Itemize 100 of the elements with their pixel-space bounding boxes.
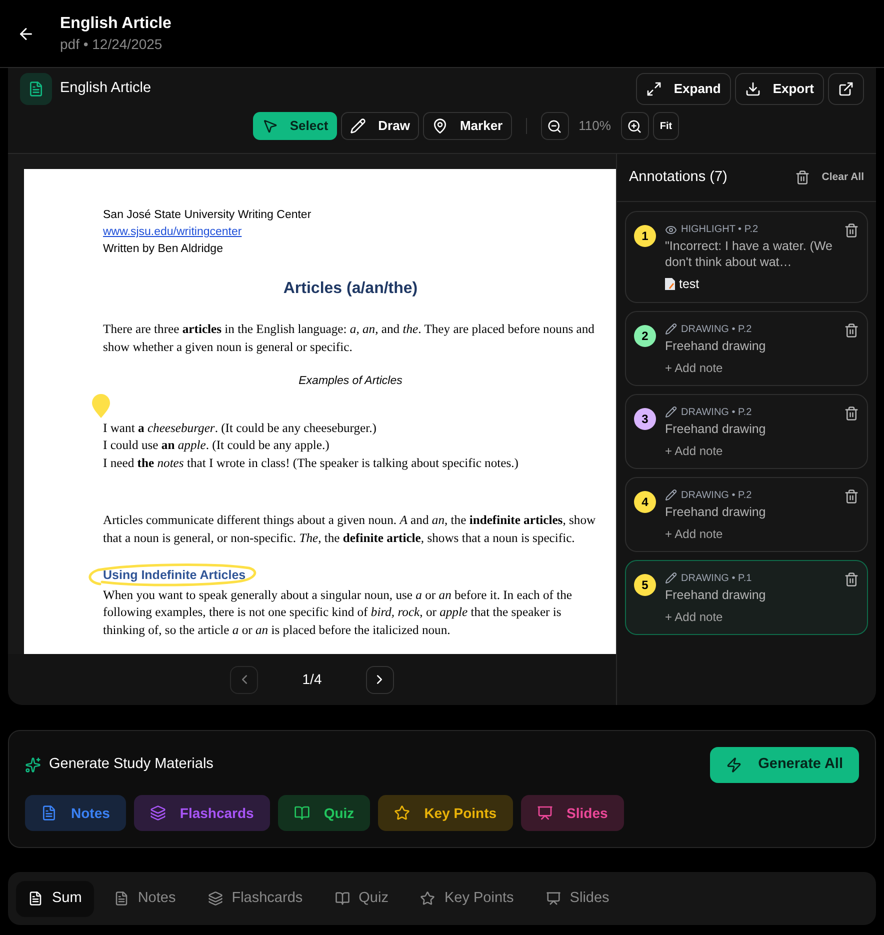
generate-material-button[interactable]: Notes xyxy=(25,795,126,831)
expand-icon xyxy=(646,81,662,97)
map-pin-icon xyxy=(432,118,448,134)
annotation-text: Freehand drawing xyxy=(665,504,767,520)
memo-icon xyxy=(665,278,675,290)
annotation-card[interactable]: 2 DRAWING • P.2 Freehand drawing + Add note xyxy=(625,310,868,386)
annotation-meta: HIGHLIGHT • P.2 xyxy=(681,223,758,237)
page-subtitle: pdf • 12/24/2025 xyxy=(60,34,164,54)
annotation-text: Freehand drawing xyxy=(665,420,767,437)
annotation-note: test xyxy=(679,276,700,293)
delete-icon[interactable] xyxy=(844,223,859,238)
delete-icon[interactable] xyxy=(844,488,859,504)
book-icon xyxy=(334,891,350,906)
marker-pin-icon[interactable] xyxy=(91,394,111,418)
generate-all-button[interactable]: Generate All xyxy=(710,747,859,783)
download-icon xyxy=(744,81,761,97)
generate-material-button[interactable]: Quiz xyxy=(278,795,370,831)
pencil-icon xyxy=(665,572,677,584)
annotation-number: 2 xyxy=(634,324,656,347)
document-link[interactable]: www.sjsu.edu/writingcenter xyxy=(103,226,242,238)
tool-button[interactable]: Select xyxy=(252,112,338,140)
export-button[interactable]: Export xyxy=(734,73,824,105)
book-icon xyxy=(294,805,310,821)
delete-all-icon[interactable] xyxy=(794,170,810,185)
annotation-card[interactable]: 4 DRAWING • P.2 Freehand drawing + Add note xyxy=(625,476,868,552)
pencil-icon xyxy=(350,118,366,134)
pencil-icon xyxy=(665,489,677,502)
star-icon xyxy=(394,805,410,821)
document-title: Articles (a/an/the) xyxy=(283,279,418,299)
tab[interactable]: Sum xyxy=(16,880,94,916)
tool-button[interactable]: Draw xyxy=(341,112,419,140)
annotation-meta: DRAWING • P.1 xyxy=(681,572,752,586)
tab[interactable]: Key Points xyxy=(408,880,526,916)
zoom-in-button[interactable] xyxy=(620,112,649,140)
annotation-meta: DRAWING • P.2 xyxy=(681,322,752,337)
annotation-card[interactable]: 5 DRAWING • P.1 Freehand drawing + Add note xyxy=(625,560,868,635)
study-materials-title: Generate Study Materials xyxy=(49,755,214,774)
presentation-icon xyxy=(546,891,561,906)
tab[interactable]: Flashcards xyxy=(196,880,315,916)
add-note-button[interactable]: + Add note xyxy=(665,608,723,626)
document-paragraph: When you want to speak generally about a singular noun, use a or an before it. In each of the following examples, there is not one specific kind of bird, rock, or apple that the speaker is thinking of, so the article a or an is placed before the italicized noun. xyxy=(103,586,573,639)
external-link-icon xyxy=(838,81,854,97)
generate-material-button[interactable]: Slides xyxy=(520,795,624,831)
annotation-text: Freehand drawing xyxy=(665,338,767,354)
zoom-in-icon xyxy=(627,118,642,134)
annotation-text: "Incorrect: I have a water. (We don't think about wat… xyxy=(665,238,834,270)
document-icon xyxy=(41,805,57,821)
eye-icon xyxy=(665,224,677,236)
document-header-line: San José State University Writing Center xyxy=(103,209,312,221)
sparkle-icon xyxy=(25,757,41,773)
annotation-card[interactable]: 3 DRAWING • P.2 Freehand drawing + Add note xyxy=(625,394,868,469)
document-heading: Using Indefinite Articles xyxy=(103,568,246,582)
zoom-level: 110% xyxy=(578,117,612,136)
viewer-title: English Article xyxy=(60,79,152,98)
layers-icon xyxy=(150,805,166,821)
annotation-number: 3 xyxy=(634,408,656,430)
generate-material-button[interactable]: Flashcards xyxy=(134,795,270,831)
delete-icon[interactable] xyxy=(844,322,859,338)
annotation-text: Freehand drawing xyxy=(665,586,767,603)
zoom-out-icon xyxy=(547,118,562,134)
document-icon xyxy=(28,81,44,97)
delete-icon[interactable] xyxy=(844,406,859,421)
document-icon xyxy=(28,891,43,906)
expand-button[interactable]: Expand xyxy=(636,73,731,105)
layers-icon xyxy=(208,891,223,906)
annotation-meta: DRAWING • P.2 xyxy=(681,488,752,503)
page-title: English Article xyxy=(60,14,172,34)
document-paragraph: There are three articles in the English language: a, an, and the. They are placed before nouns and show whether a given noun is general or specific. xyxy=(103,321,596,356)
document-caption: Examples of Articles xyxy=(298,374,402,389)
add-note-button[interactable]: + Add note xyxy=(665,442,723,460)
tool-button[interactable]: Marker xyxy=(422,112,512,140)
tab[interactable]: Notes xyxy=(102,880,188,916)
document-header-line: Written by Ben Aldridge xyxy=(103,243,223,255)
annotations-title: Annotations (7) xyxy=(629,168,728,187)
lightning-icon xyxy=(726,757,742,773)
annotation-meta: DRAWING • P.2 xyxy=(681,406,752,420)
next-page-button[interactable] xyxy=(366,666,394,694)
document-paragraph: Articles communicate different things about a given noun. A and an, the indefinite articles, show that a noun is general, or non-specific. The, the definite article, shows that a noun is specific. xyxy=(103,512,597,547)
add-note-button[interactable]: + Add note xyxy=(665,524,723,543)
pencil-icon xyxy=(665,406,677,418)
annotation-number: 4 xyxy=(634,490,656,513)
document-example-line: I want a cheeseburger. (It could be any cheeseburger.) xyxy=(103,420,378,437)
external-button[interactable] xyxy=(828,73,864,105)
tab[interactable]: Quiz xyxy=(322,880,400,916)
clear-all-button[interactable]: Clear All xyxy=(822,170,864,186)
presentation-icon xyxy=(536,805,553,821)
document-example-line: I need the notes that I wrote in class! (The speaker is talking about specific notes.) xyxy=(103,454,520,472)
page-indicator: 1/4 xyxy=(302,670,322,689)
delete-icon[interactable] xyxy=(844,572,859,587)
annotation-number: 1 xyxy=(634,225,656,247)
annotation-card[interactable]: 1 HIGHLIGHT • P.2 "Incorrect: I have a water. (We don't think about wat… test xyxy=(625,211,868,303)
document-icon xyxy=(114,891,129,906)
generate-material-button[interactable]: Key Points xyxy=(378,795,513,831)
fit-button[interactable]: Fit xyxy=(652,112,680,140)
zoom-out-button[interactable] xyxy=(540,112,569,140)
star-icon xyxy=(420,891,436,906)
pointer-icon xyxy=(262,118,278,134)
tab[interactable]: Slides xyxy=(534,880,622,916)
annotation-number: 5 xyxy=(634,574,656,596)
add-note-button[interactable]: + Add note xyxy=(665,358,723,377)
